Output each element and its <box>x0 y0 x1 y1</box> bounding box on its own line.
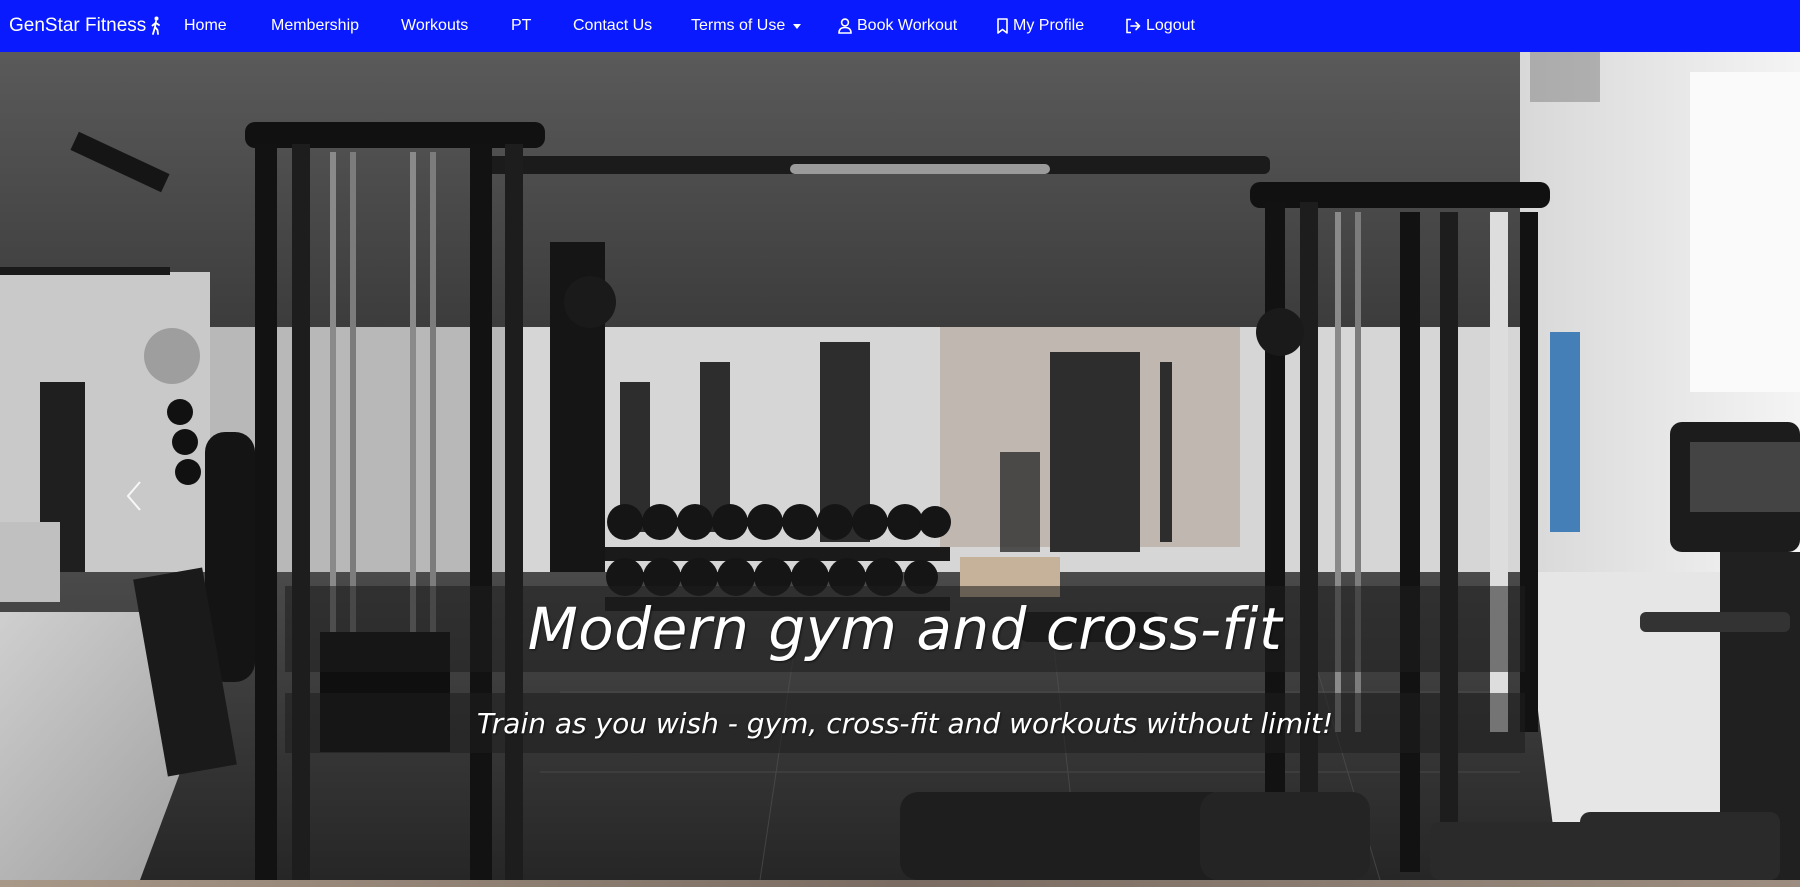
caret-down-icon <box>793 23 802 29</box>
brand-link[interactable]: GenStar Fitness <box>9 15 161 37</box>
nav-logout[interactable]: Logout <box>1125 0 1195 52</box>
nav-terms-label: Terms of Use <box>691 17 786 34</box>
nav-logout-label: Logout <box>1146 17 1195 34</box>
page-bottom-strip <box>0 880 1800 887</box>
nav-workouts-label: Workouts <box>401 17 469 34</box>
nav-terms-dropdown[interactable]: Terms of Use <box>691 0 802 52</box>
nav-home[interactable]: Home <box>184 0 227 52</box>
top-navbar: GenStar Fitness Home Membership Workouts… <box>0 0 1800 52</box>
nav-workouts[interactable]: Workouts <box>401 0 468 52</box>
person-icon <box>838 18 852 34</box>
nav-book-label: Book Workout <box>857 17 958 34</box>
nav-pt-label: PT <box>511 17 532 34</box>
nav-pt[interactable]: PT <box>511 0 531 52</box>
walking-person-icon <box>151 16 161 35</box>
nav-book-workout[interactable]: Book Workout <box>838 0 957 52</box>
brand-name: GenStar Fitness <box>9 15 147 36</box>
logout-icon <box>1126 18 1141 34</box>
nav-home-label: Home <box>184 17 227 34</box>
nav-membership[interactable]: Membership <box>271 0 359 52</box>
nav-membership-label: Membership <box>271 17 360 34</box>
carousel-prev-icon[interactable] <box>120 476 150 516</box>
hero-title: Modern gym and cross-fit <box>527 595 1283 663</box>
hero-carousel <box>0 52 1800 880</box>
hero-subtitle: Train as you wish - gym, cross-fit and w… <box>476 706 1334 740</box>
nav-my-profile[interactable]: My Profile <box>997 0 1084 52</box>
nav-contact-label: Contact Us <box>573 17 653 34</box>
nav-contact[interactable]: Contact Us <box>573 0 652 52</box>
gym-interior-photo <box>0 52 1800 880</box>
nav-profile-label: My Profile <box>1013 17 1085 34</box>
bookmark-icon <box>997 18 1008 34</box>
